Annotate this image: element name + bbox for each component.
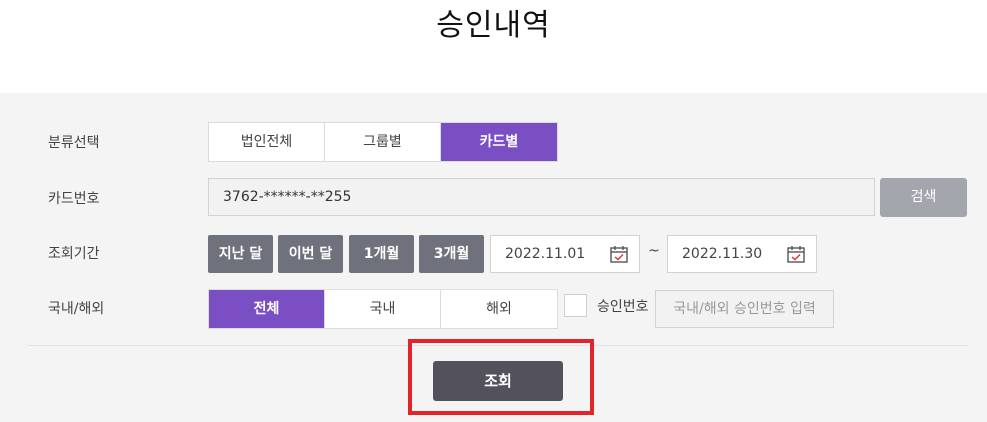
region-segmented-control: 전체 국내 해외 <box>208 289 558 329</box>
last-month-button[interactable]: 지난 달 <box>208 235 273 273</box>
page-title: 승인내역 <box>436 8 551 43</box>
region-option-domestic[interactable]: 국내 <box>325 290 441 328</box>
search-button[interactable]: 검색 <box>880 178 967 217</box>
region-option-all[interactable]: 전체 <box>209 290 325 328</box>
approval-number-label: 승인번호 <box>597 299 649 315</box>
period-label: 조회기간 <box>48 246 100 262</box>
region-label: 국내/해외 <box>48 301 105 317</box>
card-number-field[interactable]: 3762-******-**255 <box>208 178 875 216</box>
filter-panel: 분류선택 법인전체 그룹별 카드별 카드번호 3762-******-**255… <box>0 93 987 422</box>
highlight-box <box>408 339 594 415</box>
calendar-icon[interactable] <box>609 244 629 264</box>
category-option-group[interactable]: 그룹별 <box>325 123 441 161</box>
category-label: 분류선택 <box>48 135 100 151</box>
start-date-field[interactable]: 2022.11.01 <box>490 235 640 273</box>
category-segmented-control: 법인전체 그룹별 카드별 <box>208 122 558 162</box>
end-date-field[interactable]: 2022.11.30 <box>667 235 817 273</box>
calendar-icon[interactable] <box>786 244 806 264</box>
card-number-label: 카드번호 <box>48 191 100 207</box>
end-date-value: 2022.11.30 <box>682 246 763 262</box>
date-separator: ~ <box>648 243 660 259</box>
category-option-all[interactable]: 법인전체 <box>209 123 325 161</box>
three-month-button[interactable]: 3개월 <box>419 235 484 273</box>
region-option-overseas[interactable]: 해외 <box>441 290 557 328</box>
one-month-button[interactable]: 1개월 <box>349 235 414 273</box>
start-date-value: 2022.11.01 <box>505 246 586 262</box>
this-month-button[interactable]: 이번 달 <box>278 235 343 273</box>
approval-number-input[interactable]: 국내/해외 승인번호 입력 <box>655 290 834 328</box>
approval-number-checkbox[interactable] <box>564 294 587 317</box>
category-option-card[interactable]: 카드별 <box>441 123 557 161</box>
